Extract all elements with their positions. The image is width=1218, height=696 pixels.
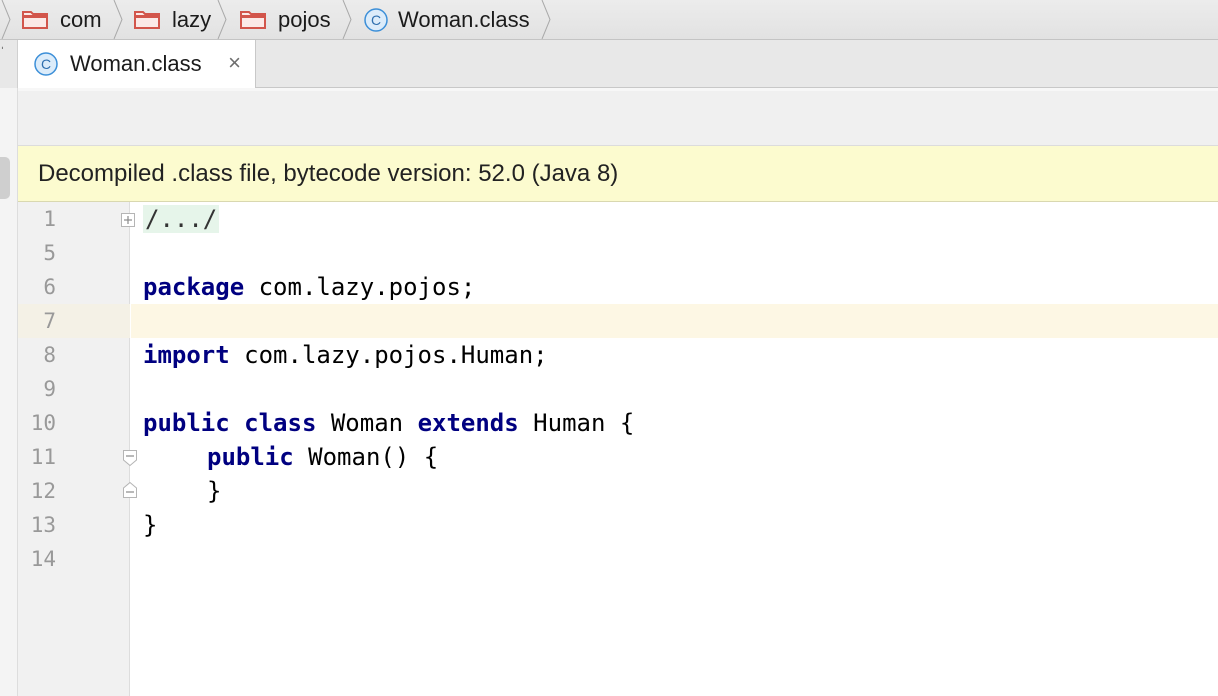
decompiled-notice-banner: Decompiled .class file, bytecode version…: [18, 146, 1218, 202]
super-class-name: Human {: [518, 409, 635, 437]
line-number: 1: [43, 207, 56, 231]
breadcrumb-separator-icon: [541, 0, 551, 39]
breadcrumb-item-pojos[interactable]: pojos: [240, 0, 331, 39]
folded-region[interactable]: /.../: [143, 205, 220, 233]
svg-text:C: C: [371, 12, 381, 28]
code-line-12: }: [207, 474, 221, 508]
line-number: 5: [43, 241, 56, 265]
folder-icon: [22, 10, 48, 29]
code-line-10: public class Woman extends Human {: [143, 406, 634, 440]
class-icon: C: [34, 52, 58, 76]
close-tab-button[interactable]: ×: [228, 51, 241, 75]
line-number: 7: [43, 309, 56, 333]
breadcrumb-label: pojos: [278, 7, 331, 32]
fold-expand-icon[interactable]: [121, 213, 135, 227]
keyword-import: import: [143, 341, 230, 369]
current-line-highlight: [131, 304, 1218, 338]
resize-handle[interactable]: [0, 157, 10, 199]
code-line-11: public Woman() {: [207, 440, 438, 474]
banner-text: Decompiled .class file, bytecode version…: [38, 160, 619, 187]
class-close-brace: }: [143, 511, 158, 539]
breadcrumb-separator-icon: [342, 0, 352, 39]
editor-tab-bar: ˈ C Woman.class ×: [0, 40, 1218, 88]
code-line-1: /.../: [143, 202, 220, 236]
breadcrumb-separator-icon: [217, 0, 227, 39]
breadcrumb-separator-icon: [1, 0, 11, 39]
import-name: com.lazy.pojos.Human;: [229, 341, 548, 369]
breadcrumb-separator-icon: [113, 0, 123, 39]
line-number: 13: [30, 513, 56, 537]
breadcrumb-label: lazy: [172, 7, 212, 32]
tab-woman-class[interactable]: C Woman.class ×: [18, 40, 256, 88]
keyword-package: package: [143, 273, 245, 301]
keyword-class: class: [244, 409, 317, 437]
tab-bar-left-edge: ˈ: [0, 40, 18, 88]
ide-window: com lazy pojos C Woman.class ˈ C Woman.c…: [0, 0, 1218, 696]
svg-text:C: C: [41, 56, 51, 72]
folder-icon: [134, 10, 160, 29]
breadcrumb-item-woman-class[interactable]: C Woman.class: [364, 0, 530, 39]
breadcrumb-label: com: [60, 7, 102, 32]
breadcrumb-item-lazy[interactable]: lazy: [134, 0, 211, 39]
line-number: 9: [43, 377, 56, 401]
breadcrumb-item-com[interactable]: com: [22, 0, 102, 39]
constructor-signature: Woman() {: [293, 443, 439, 471]
code-line-13: }: [143, 508, 157, 542]
line-number: 14: [30, 547, 56, 571]
keyword-public: public: [207, 443, 294, 471]
package-name: com.lazy.pojos;: [244, 273, 476, 301]
line-number: 6: [43, 275, 56, 299]
code-line-8: import com.lazy.pojos.Human;: [143, 338, 548, 372]
folder-icon: [240, 10, 266, 29]
line-number: 8: [43, 343, 56, 367]
class-icon: C: [364, 7, 388, 32]
code-line-6: package com.lazy.pojos;: [143, 270, 475, 304]
editor-toolbar-strip: [18, 88, 1218, 146]
breadcrumb-label: Woman.class: [398, 7, 530, 32]
code-editor[interactable]: 1 5 6 7 8 9 10 11 12 13 14 /.../ package…: [18, 202, 1218, 696]
keyword-public: public: [143, 409, 230, 437]
fold-collapse-icon[interactable]: [123, 450, 137, 466]
breadcrumb: com lazy pojos C Woman.class: [0, 0, 1218, 40]
line-number: 12: [30, 479, 56, 503]
constructor-close-brace: }: [207, 477, 222, 505]
line-number: 11: [30, 445, 56, 469]
tick-mark: ˈ: [0, 44, 5, 60]
fold-end-icon[interactable]: [123, 482, 137, 498]
class-name: Woman: [316, 409, 418, 437]
line-number: 10: [30, 411, 56, 435]
keyword-extends: extends: [417, 409, 519, 437]
tab-label: Woman.class: [70, 51, 202, 76]
